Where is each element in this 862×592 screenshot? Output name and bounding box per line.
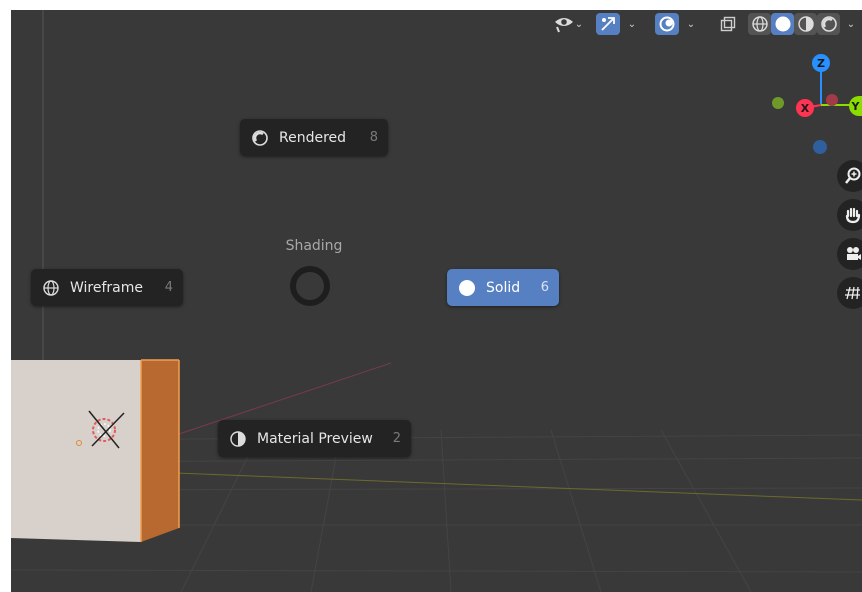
shading-rendered-button[interactable] <box>817 13 840 35</box>
cube-front-face <box>11 360 141 542</box>
shading-solid-button[interactable] <box>771 13 794 35</box>
shading-wireframe-button[interactable] <box>748 13 771 35</box>
pie-item-hotkey: 6 <box>540 280 549 295</box>
xray-icon <box>720 16 736 32</box>
pie-item-hotkey: 2 <box>392 431 401 446</box>
pie-item-label: Solid <box>486 279 521 296</box>
shading-material-button[interactable] <box>794 13 817 35</box>
chevron-down-icon: ⌄ <box>686 18 696 30</box>
orthographic-toggle-button[interactable] <box>837 277 862 309</box>
3d-viewport[interactable]: ⌄ ⌄ ⌄ ⌄ Z X Y Shading Rendered 8 Wirefra… <box>11 10 862 592</box>
pie-item-label: Material Preview <box>257 430 373 447</box>
pie-item-label: Rendered <box>279 129 347 146</box>
chevron-down-icon: ⌄ <box>846 18 856 30</box>
xray-toggle[interactable] <box>716 13 740 35</box>
wireframe-icon <box>42 279 60 297</box>
pie-item-wireframe[interactable]: Wireframe 4 <box>31 269 183 306</box>
pie-item-hotkey: 4 <box>164 280 173 295</box>
overlay-icon <box>659 16 675 32</box>
overlay-toggle[interactable] <box>655 13 679 35</box>
overlay-dropdown[interactable]: ⌄ <box>683 13 699 35</box>
pie-menu-center-ring <box>290 266 330 306</box>
pan-button[interactable] <box>837 199 862 231</box>
shading-dropdown[interactable]: ⌄ <box>843 13 859 35</box>
orthographic-grid-icon <box>845 286 860 300</box>
visibility-icon <box>554 18 573 33</box>
visibility-toggle[interactable]: ⌄ <box>549 13 587 35</box>
pie-item-material-preview[interactable]: Material Preview 2 <box>218 420 411 457</box>
chevron-down-icon: ⌄ <box>574 18 584 30</box>
rendered-icon <box>251 129 269 147</box>
y-axis-line <box>175 472 862 501</box>
wireframe-icon <box>751 16 768 32</box>
gizmo-y-axis[interactable]: Y <box>849 96 862 116</box>
gizmo-toggle[interactable] <box>596 13 620 35</box>
solid-icon <box>458 279 476 297</box>
pie-menu-title: Shading <box>285 238 343 254</box>
cube-side-face <box>141 360 179 542</box>
material-icon <box>797 16 814 32</box>
gizmo-icon <box>601 17 615 31</box>
material-icon <box>229 430 247 448</box>
camera-button[interactable] <box>837 238 862 270</box>
pie-item-hotkey: 8 <box>369 130 378 145</box>
pan-icon <box>845 207 861 224</box>
camera-icon <box>847 247 861 260</box>
solid-icon <box>775 16 790 32</box>
pie-item-rendered[interactable]: Rendered 8 <box>240 119 388 156</box>
zoom-icon <box>845 167 861 184</box>
gizmo-dropdown[interactable]: ⌄ <box>624 13 640 35</box>
pie-item-solid[interactable]: Solid 6 <box>447 269 559 306</box>
gizmo-z-axis[interactable]: Z <box>812 54 830 72</box>
rendered-icon <box>820 16 837 32</box>
gizmo-x-axis[interactable]: X <box>796 99 814 117</box>
pie-item-label: Wireframe <box>70 279 144 296</box>
zoom-button[interactable] <box>837 160 862 192</box>
chevron-down-icon: ⌄ <box>627 18 637 30</box>
